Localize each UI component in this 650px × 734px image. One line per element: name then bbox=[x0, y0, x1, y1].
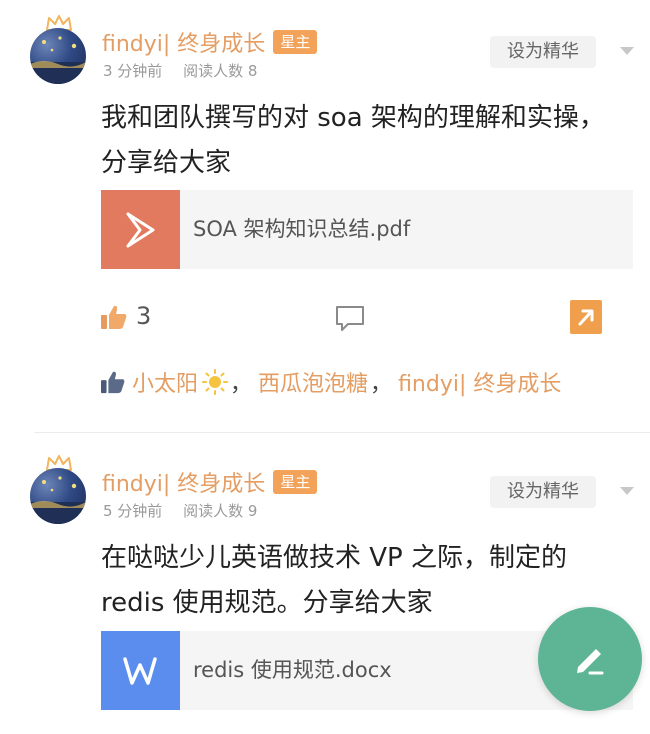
liker-name[interactable]: 西瓜泡泡糖 bbox=[258, 366, 368, 398]
like-icon bbox=[101, 371, 125, 394]
author-name[interactable]: findyi| 终身成长 bbox=[102, 26, 265, 58]
likers-list: 小太阳 ， 西瓜泡泡糖 ， findyi| 终身成长 bbox=[100, 364, 561, 400]
caret-down-icon[interactable] bbox=[618, 44, 636, 58]
author-row: findyi| 终身成长 星主 bbox=[102, 26, 318, 58]
read-count: 阅读人数 8 bbox=[183, 62, 258, 80]
attachment-card[interactable]: SOA 架构知识总结.pdf bbox=[101, 190, 633, 269]
read-count: 阅读人数 9 bbox=[183, 502, 258, 520]
post-time: 3 分钟前 bbox=[103, 62, 163, 80]
post-meta: 5 分钟前 阅读人数 9 bbox=[103, 500, 257, 521]
like-count: 3 bbox=[136, 302, 152, 330]
share-icon[interactable] bbox=[570, 300, 602, 334]
post-content: 我和团队撰写的对 soa 架构的理解和实操，分享给大家 bbox=[101, 103, 605, 178]
caret-down-icon[interactable] bbox=[618, 484, 636, 498]
avatar[interactable] bbox=[30, 14, 88, 84]
comment-icon[interactable] bbox=[334, 304, 366, 332]
sun-icon bbox=[202, 369, 229, 395]
edit-icon bbox=[577, 649, 604, 675]
post-card: findyi| 终身成长 星主 3 分钟前 阅读人数 8 设为精华 我和团队撰写… bbox=[0, 0, 650, 433]
avatar-image bbox=[30, 28, 86, 84]
post-content: 在哒哒少儿英语做技术 VP 之际，制定的 redis 使用规范。分享给大家 bbox=[101, 543, 567, 618]
divider bbox=[34, 432, 650, 433]
set-featured-button[interactable]: 设为精华 bbox=[490, 36, 596, 68]
like-icon[interactable] bbox=[100, 304, 128, 330]
author-name[interactable]: findyi| 终身成长 bbox=[102, 466, 265, 498]
word-icon bbox=[101, 631, 180, 710]
author-row: findyi| 终身成长 星主 bbox=[102, 466, 318, 498]
separator: ， bbox=[370, 372, 393, 397]
action-bar: 3 bbox=[0, 296, 650, 340]
pdf-icon bbox=[101, 190, 180, 269]
liker-name[interactable]: 小太阳 bbox=[132, 366, 198, 398]
avatar-image bbox=[30, 468, 86, 524]
attachment-name: redis 使用规范.docx bbox=[193, 658, 392, 682]
post-meta: 3 分钟前 阅读人数 8 bbox=[103, 60, 257, 81]
separator: ， bbox=[230, 372, 253, 397]
owner-badge: 星主 bbox=[273, 470, 318, 494]
liker-name[interactable]: findyi| 终身成长 bbox=[398, 366, 561, 398]
set-featured-button[interactable]: 设为精华 bbox=[490, 476, 596, 508]
compose-button[interactable] bbox=[538, 607, 642, 711]
post-time: 5 分钟前 bbox=[103, 502, 163, 520]
attachment-name: SOA 架构知识总结.pdf bbox=[193, 217, 411, 241]
avatar[interactable] bbox=[30, 454, 88, 524]
owner-badge: 星主 bbox=[273, 30, 318, 54]
